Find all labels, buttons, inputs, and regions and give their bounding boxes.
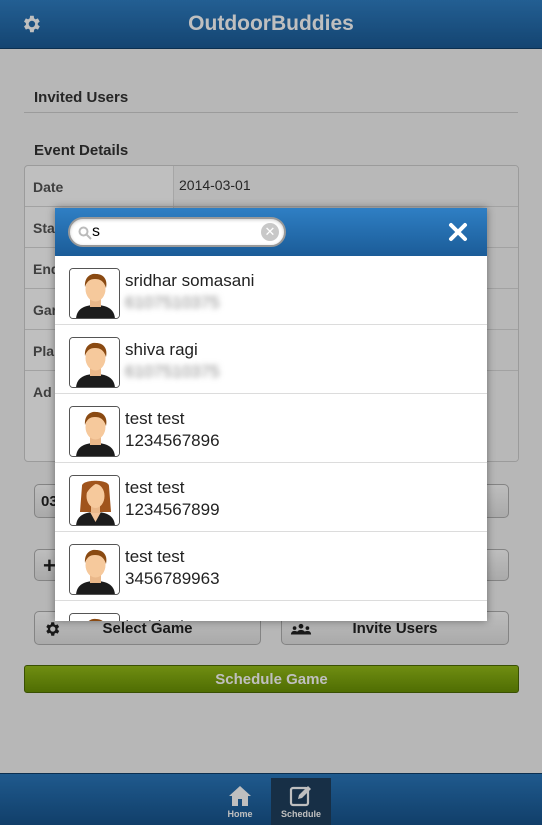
search-input[interactable] [92,222,252,242]
user-search-popup: ✕ sridhar somasani 6107510375 shiva ragi… [55,208,487,621]
user-phone: 6107510375 [125,293,220,312]
popup-header: ✕ [55,208,487,256]
user-list-item-6[interactable]: test test [55,601,487,621]
male-avatar-icon [69,268,120,319]
user-phone: 3456789963 [125,569,220,588]
search-box: ✕ [68,217,286,247]
user-list-item-2[interactable]: shiva ragi 6107510375 [55,325,487,394]
user-phone: 6107510375 [125,362,220,381]
user-list-item-1[interactable]: sridhar somasani 6107510375 [55,256,487,325]
user-phone: 1234567899 [125,500,220,519]
male-avatar-icon [69,544,120,595]
search-results-list: sridhar somasani 6107510375 shiva ragi 6… [55,256,487,621]
user-list-item-5[interactable]: test test 3456789963 [55,532,487,601]
user-name: test test [125,616,185,621]
user-phone: 1234567896 [125,431,220,450]
male-avatar-icon [69,337,120,388]
female-avatar-icon [69,475,120,526]
close-icon[interactable] [447,221,469,243]
user-name: test test [125,547,185,566]
male-avatar-icon [69,406,120,457]
search-icon [78,226,92,240]
male-avatar-icon [69,613,120,621]
user-list-item-3[interactable]: test test 1234567896 [55,394,487,463]
clear-search-icon[interactable]: ✕ [261,223,279,241]
user-name: sridhar somasani [125,271,255,290]
user-name: shiva ragi [125,340,198,359]
user-name: test test [125,478,185,497]
user-name: test test [125,409,185,428]
user-list-item-4[interactable]: test test 1234567899 [55,463,487,532]
